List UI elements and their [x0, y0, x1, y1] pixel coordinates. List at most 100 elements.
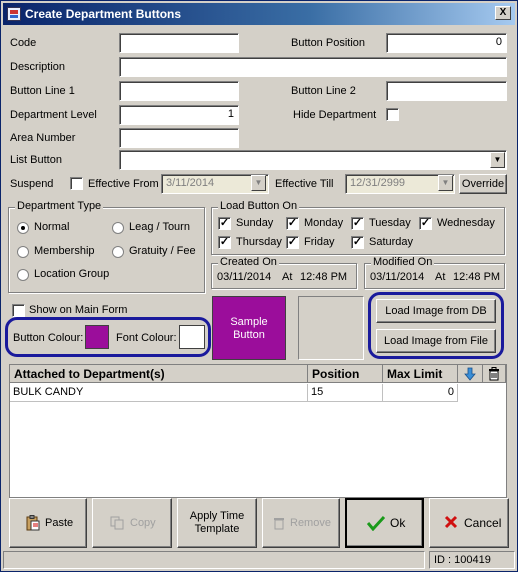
- tuesday-label: Tuesday: [369, 217, 411, 229]
- cancel-button[interactable]: Cancel: [429, 498, 509, 548]
- effective-from-label: Effective From: [88, 178, 159, 190]
- department-level-label: Department Level: [10, 109, 97, 121]
- checkbox-tuesday[interactable]: ✓: [351, 217, 364, 230]
- effective-till-label: Effective Till: [275, 178, 334, 190]
- paste-button[interactable]: Paste: [9, 498, 87, 548]
- effective-till-dropdown-icon[interactable]: ▼: [438, 175, 453, 191]
- department-grid: Attached to Department(s) Position Max L…: [9, 364, 507, 498]
- description-input[interactable]: [119, 57, 507, 77]
- button-line1-label: Button Line 1: [10, 85, 75, 97]
- modified-on-date: 03/11/2014: [370, 271, 425, 283]
- status-panel-left: [3, 551, 425, 569]
- button-line2-input[interactable]: [386, 81, 507, 101]
- hide-department-checkbox[interactable]: [386, 108, 399, 121]
- grid-cell-max-limit[interactable]: 0: [383, 384, 458, 402]
- load-image-file-button[interactable]: Load Image from File: [376, 329, 496, 353]
- sunday-label: Sunday: [236, 217, 274, 229]
- radio-membership-label: Membership: [34, 245, 95, 257]
- show-on-main-form-checkbox[interactable]: [12, 304, 25, 317]
- area-number-input[interactable]: [119, 128, 239, 148]
- button-colour-label: Button Colour:: [13, 332, 84, 344]
- radio-location-group-label: Location Group: [34, 268, 110, 280]
- copy-button[interactable]: Copy: [92, 498, 172, 548]
- grid-cell-position[interactable]: 15: [308, 384, 383, 402]
- created-on-date: 03/11/2014: [217, 271, 272, 283]
- area-number-label: Area Number: [10, 132, 76, 144]
- sort-down-arrow-icon[interactable]: [458, 365, 483, 383]
- status-id: ID : 100419: [429, 551, 515, 569]
- checkbox-monday[interactable]: ✓: [286, 217, 299, 230]
- suspend-label: Suspend: [10, 178, 54, 190]
- dialog-window: Create Department Buttons X Code Button …: [0, 0, 518, 572]
- grid-header-department[interactable]: Attached to Department(s): [10, 365, 308, 383]
- ok-button[interactable]: Ok: [345, 498, 424, 548]
- paste-icon: [26, 515, 40, 531]
- image-preview: [298, 296, 364, 360]
- modified-on-at: At: [435, 271, 446, 283]
- font-colour-swatch[interactable]: [179, 325, 205, 349]
- status-bar: ID : 100419: [3, 551, 515, 569]
- list-button-label: List Button: [10, 154, 62, 166]
- checkmark-icon: [367, 515, 385, 531]
- checkbox-thursday[interactable]: ✓: [218, 236, 231, 249]
- radio-location-group[interactable]: [17, 269, 29, 281]
- apply-time-template-button[interactable]: Apply Time Template: [177, 498, 257, 548]
- trash-icon[interactable]: [483, 365, 506, 383]
- copy-label: Copy: [130, 517, 156, 529]
- load-button-on-group: Load Button On ✓ Sunday ✓ Monday ✓ Tuesd…: [211, 200, 505, 255]
- radio-leag-tourn[interactable]: [112, 222, 124, 234]
- dropdown-arrow-icon[interactable]: ▼: [490, 152, 505, 168]
- effective-from-dropdown-icon[interactable]: ▼: [251, 175, 266, 191]
- radio-normal-label: Normal: [34, 221, 70, 233]
- radio-gratuity-fee[interactable]: [112, 246, 124, 258]
- radio-normal[interactable]: [17, 222, 29, 234]
- thursday-label: Thursday: [236, 236, 282, 248]
- checkbox-sunday[interactable]: ✓: [218, 217, 231, 230]
- code-input[interactable]: [119, 33, 239, 53]
- paste-label: Paste: [45, 517, 74, 529]
- saturday-label: Saturday: [369, 236, 414, 248]
- grid-cell-department[interactable]: BULK CANDY: [10, 384, 308, 402]
- created-on-time: 12:48 PM: [300, 271, 348, 283]
- remove-button[interactable]: Remove: [262, 498, 340, 548]
- radio-gratuity-fee-label: Gratuity / Fee: [129, 245, 196, 257]
- modified-on-time: 12:48 PM: [453, 271, 501, 283]
- show-on-main-form-label: Show on Main Form: [29, 304, 128, 316]
- grid-header-max-limit[interactable]: Max Limit: [383, 365, 458, 383]
- list-button-select[interactable]: ▼: [119, 150, 507, 170]
- x-cancel-icon: [444, 515, 458, 529]
- checkbox-friday[interactable]: ✓: [286, 236, 299, 249]
- sample-button[interactable]: Sample Button: [212, 296, 286, 360]
- trash-disabled-icon: [274, 518, 284, 530]
- wednesday-label: Wednesday: [437, 217, 495, 229]
- copy-icon: [110, 516, 124, 530]
- button-position-input[interactable]: 0: [386, 33, 507, 53]
- checkbox-wednesday[interactable]: ✓: [419, 217, 432, 230]
- cancel-label: Cancel: [464, 516, 502, 530]
- radio-membership[interactable]: [17, 246, 29, 258]
- button-colour-swatch[interactable]: [85, 325, 109, 349]
- button-line1-input[interactable]: [119, 81, 239, 101]
- department-type-title: Department Type: [15, 200, 104, 212]
- code-label: Code: [10, 37, 37, 49]
- monday-label: Monday: [304, 217, 344, 229]
- created-on-group: Created On 03/11/2014 At 12:48 PM: [211, 256, 357, 289]
- suspend-checkbox[interactable]: [70, 177, 83, 190]
- remove-label: Remove: [290, 517, 331, 529]
- close-button[interactable]: X: [495, 6, 511, 20]
- window-title: Create Department Buttons: [25, 7, 182, 21]
- grid-header-position[interactable]: Position: [308, 365, 383, 383]
- checkbox-saturday[interactable]: ✓: [351, 236, 364, 249]
- created-on-at: At: [282, 271, 293, 283]
- apply-time-template-line2: Template: [194, 523, 240, 535]
- title-bar: Create Department Buttons X: [3, 3, 515, 25]
- override-button[interactable]: Override: [459, 174, 507, 194]
- load-button-on-title: Load Button On: [218, 200, 300, 212]
- created-on-title: Created On: [218, 256, 279, 268]
- friday-label: Friday: [304, 236, 335, 248]
- department-level-input[interactable]: 1: [119, 105, 239, 125]
- description-label: Description: [10, 61, 66, 73]
- modified-on-group: Modified On 03/11/2014 At 12:48 PM: [364, 256, 505, 289]
- apply-time-template-line1: Apply Time: [189, 510, 245, 522]
- load-image-db-button[interactable]: Load Image from DB: [376, 299, 496, 323]
